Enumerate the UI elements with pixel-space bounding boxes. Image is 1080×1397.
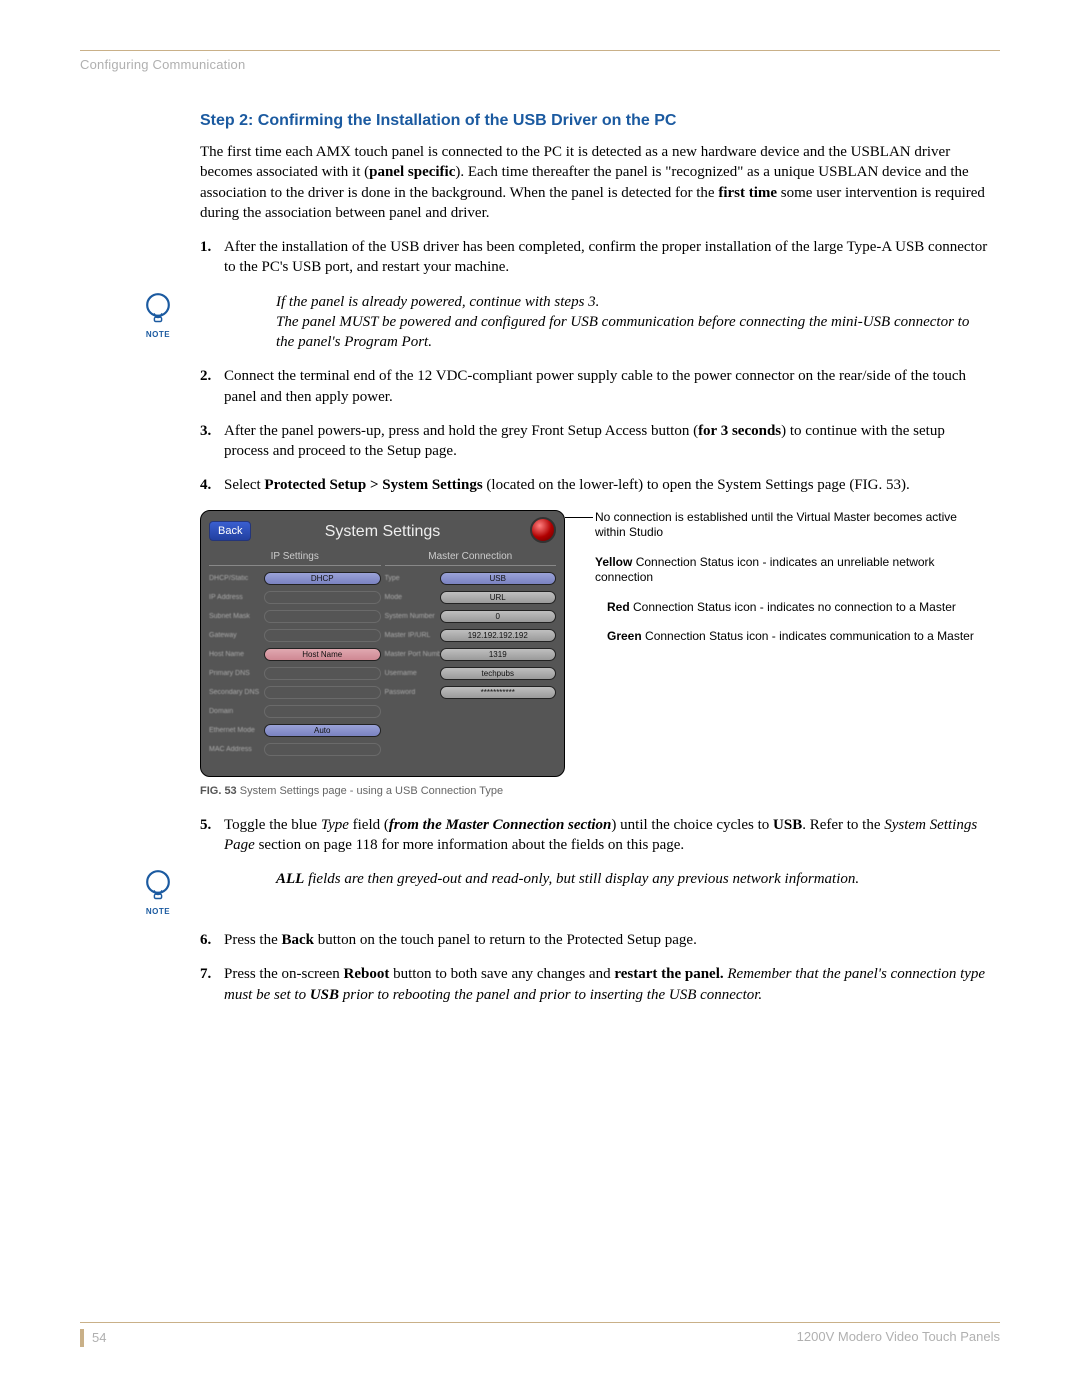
list-body: After the installation of the USB driver… <box>224 237 990 278</box>
figure-caption-text: System Settings page - using a USB Conne… <box>237 785 503 797</box>
dns2-field[interactable] <box>264 686 381 699</box>
note-label: NOTE <box>146 330 170 339</box>
system-number-field[interactable]: 0 <box>440 610 557 623</box>
screenshot-columns: IP Settings DHCP/StaticDHCP IP Address S… <box>209 551 556 762</box>
system-settings-screenshot: Back System Settings IP Settings DHCP/St… <box>200 510 565 777</box>
note-icon: NOTE <box>128 869 188 916</box>
note-label: NOTE <box>146 907 170 916</box>
list-item: 2.Connect the terminal end of the 12 VDC… <box>200 366 990 407</box>
list-body: Toggle the blue Type field (from the Mas… <box>224 815 990 856</box>
list-body: Connect the terminal end of the 12 VDC-c… <box>224 366 990 407</box>
ordered-list-4: 6. Press the Back button on the touch pa… <box>200 930 990 1005</box>
callout: Green Connection Status icon - indicates… <box>607 629 990 645</box>
note-text: If the panel is already powered, continu… <box>276 292 990 353</box>
type-field[interactable]: USB <box>440 572 557 585</box>
master-connection-column: Master Connection TypeUSB ModeURL System… <box>385 551 557 762</box>
master-port-field[interactable]: 1319 <box>440 648 557 661</box>
ip-settings-column: IP Settings DHCP/StaticDHCP IP Address S… <box>209 551 381 762</box>
back-button[interactable]: Back <box>209 521 251 541</box>
ordered-list: 1. After the installation of the USB dri… <box>200 237 990 278</box>
gateway-field[interactable] <box>264 629 381 642</box>
page-number: 54 <box>80 1329 106 1347</box>
footer-doc-title: 1200V Modero Video Touch Panels <box>797 1329 1000 1347</box>
column-header: Master Connection <box>385 551 557 566</box>
master-ip-field[interactable]: 192.192.192.192 <box>440 629 557 642</box>
mac-field[interactable] <box>264 743 381 756</box>
intro-bold-1: panel specific <box>369 164 455 180</box>
intro-bold-2: first time <box>718 185 777 201</box>
figure-number: FIG. 53 <box>200 785 237 797</box>
ordered-list-2: 2.Connect the terminal end of the 12 VDC… <box>200 366 990 495</box>
mode-field[interactable]: URL <box>440 591 557 604</box>
domain-field[interactable] <box>264 705 381 718</box>
note1-line2: The panel MUST be powered and configured… <box>276 314 969 350</box>
note-icon: NOTE <box>128 292 188 339</box>
list-body: Press the on-screen Reboot button to bot… <box>224 964 990 1005</box>
list-number: 1. <box>200 237 224 278</box>
dns1-field[interactable] <box>264 667 381 680</box>
list-item: 5. Toggle the blue Type field (from the … <box>200 815 990 856</box>
username-field[interactable]: techpubs <box>440 667 557 680</box>
ip-address-field[interactable] <box>264 591 381 604</box>
top-rule <box>80 50 1000 51</box>
ethernet-mode-field[interactable]: Auto <box>264 724 381 737</box>
list-item: 6. Press the Back button on the touch pa… <box>200 930 990 950</box>
list-item: 1. After the installation of the USB dri… <box>200 237 990 278</box>
running-header: Configuring Communication <box>80 57 1000 72</box>
intro-paragraph: The first time each AMX touch panel is c… <box>200 142 990 223</box>
list-item: 3. After the panel powers-up, press and … <box>200 421 990 462</box>
note-text: ALL fields are then greyed-out and read-… <box>276 869 990 889</box>
figure-callouts: No connection is established until the V… <box>595 510 990 660</box>
callout: Yellow Connection Status icon - indicate… <box>595 555 990 586</box>
subnet-field[interactable] <box>264 610 381 623</box>
page-footer: 54 1200V Modero Video Touch Panels <box>80 1322 1000 1347</box>
connection-status-icon <box>530 517 556 543</box>
lightbulb-icon <box>140 869 176 905</box>
screenshot-titlebar: Back System Settings <box>209 519 556 545</box>
column-header: IP Settings <box>209 551 381 566</box>
lightbulb-icon <box>140 292 176 328</box>
note-block-2: NOTE ALL fields are then greyed-out and … <box>80 869 990 916</box>
main-content: Step 2: Confirming the Installation of t… <box>200 112 990 1005</box>
ordered-list-3: 5. Toggle the blue Type field (from the … <box>200 815 990 856</box>
note1-line1: If the panel is already powered, continu… <box>276 294 599 310</box>
password-field[interactable]: *********** <box>440 686 557 699</box>
figure-caption: FIG. 53 System Settings page - using a U… <box>200 785 990 797</box>
list-item: 4. Select Protected Setup > System Setti… <box>200 475 990 495</box>
list-body: After the panel powers-up, press and hol… <box>224 421 990 462</box>
dhcp-field[interactable]: DHCP <box>264 572 381 585</box>
list-body: Select Protected Setup > System Settings… <box>224 475 990 495</box>
callout: Red Connection Status icon - indicates n… <box>607 600 990 616</box>
figure-block: Back System Settings IP Settings DHCP/St… <box>200 510 990 777</box>
screenshot-title: System Settings <box>325 523 441 541</box>
callout: No connection is established until the V… <box>595 510 990 541</box>
list-item: 7. Press the on-screen Reboot button to … <box>200 964 990 1005</box>
list-body: Press the Back button on the touch panel… <box>224 930 990 950</box>
hostname-field[interactable]: Host Name <box>264 648 381 661</box>
section-heading: Step 2: Confirming the Installation of t… <box>200 112 990 130</box>
note-block: NOTE If the panel is already powered, co… <box>80 292 990 353</box>
